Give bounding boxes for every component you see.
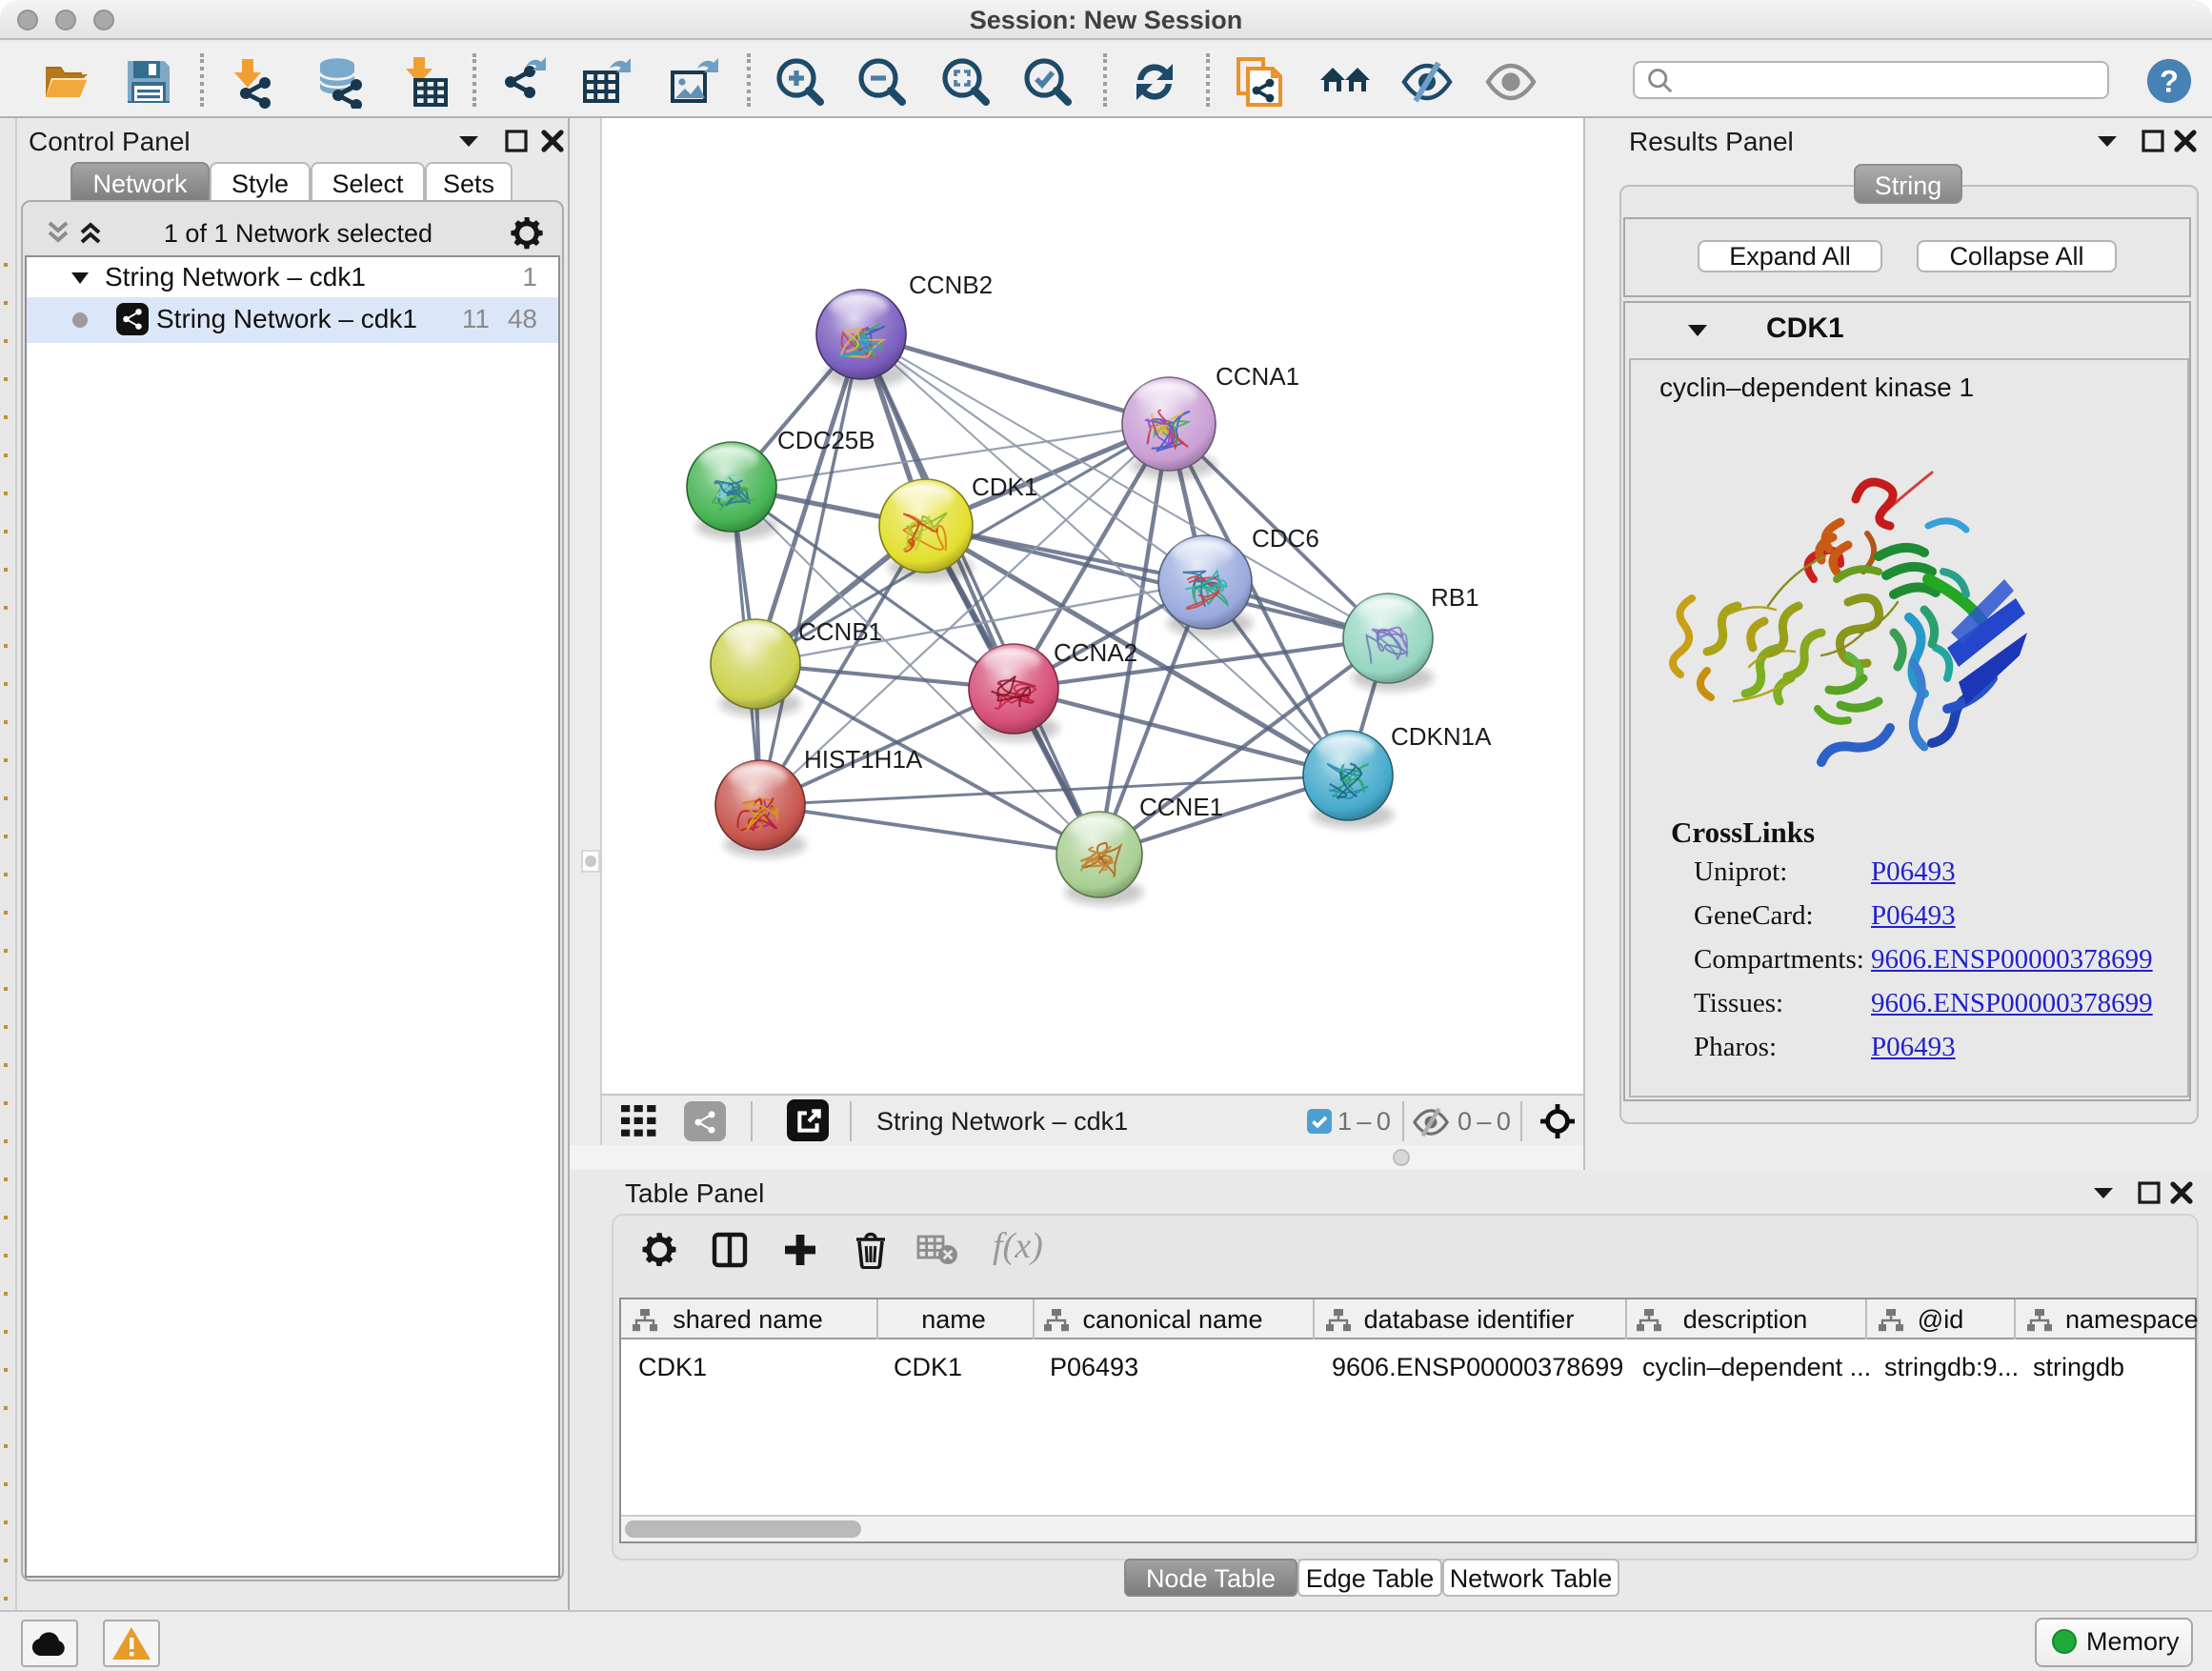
svg-text:CDKN1A: CDKN1A [1391,722,1492,751]
svg-text:CCNB2: CCNB2 [909,271,993,299]
svg-text:CCNB1: CCNB1 [798,617,882,646]
svg-text:CCNA2: CCNA2 [1054,638,1137,667]
svg-text:CDK1: CDK1 [972,473,1037,501]
svg-text:CDC25B: CDC25B [777,426,875,454]
svg-text:CDC6: CDC6 [1252,524,1319,553]
svg-text:CCNA1: CCNA1 [1216,362,1299,391]
svg-text:RB1: RB1 [1431,583,1479,612]
svg-text:?: ? [2160,64,2179,99]
svg-text:HIST1H1A: HIST1H1A [804,745,923,774]
svg-text:CCNE1: CCNE1 [1139,793,1223,821]
